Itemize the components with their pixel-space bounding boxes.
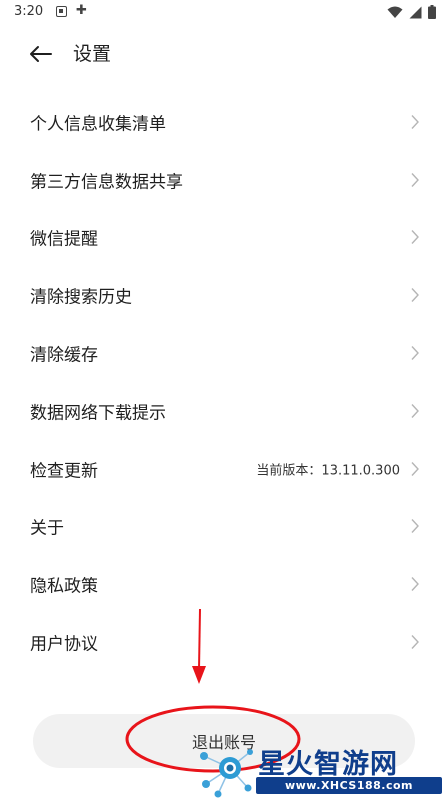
chevron-right-icon	[411, 461, 419, 476]
menu-item-label: 个人信息收集清单	[30, 114, 166, 135]
signal-icon	[409, 6, 422, 19]
menu-item-check-update[interactable]: 检查更新 当前版本：13.11.0.300	[0, 440, 448, 498]
menu-item-label: 关于	[30, 518, 64, 539]
menu-item-clear-search-history[interactable]: 清除搜索历史	[0, 266, 448, 324]
arrow-left-icon	[30, 46, 52, 62]
menu-item-label: 数据网络下载提示	[30, 403, 166, 424]
watermark-url: www.XHCS188.com	[256, 777, 442, 794]
current-version: 当前版本：13.11.0.300	[256, 463, 400, 479]
menu-item-label: 第三方信息数据共享	[30, 172, 183, 193]
chevron-right-icon	[411, 403, 419, 418]
watermark: 星火智游网 www.XHCS188.com	[196, 742, 448, 798]
wifi-icon	[387, 6, 403, 19]
a-icon	[56, 6, 67, 17]
chevron-right-icon	[411, 230, 419, 245]
chevron-right-icon	[411, 577, 419, 592]
status-time: 3:20	[14, 4, 44, 19]
menu-item-about[interactable]: 关于	[0, 498, 448, 556]
arrow-down-icon	[192, 608, 206, 684]
menu-item-privacy-policy[interactable]: 隐私政策	[0, 555, 448, 613]
chevron-right-icon	[411, 114, 419, 129]
menu-item-wechat-reminder[interactable]: 微信提醒	[0, 209, 448, 267]
chevron-right-icon	[411, 346, 419, 361]
menu-item-label: 清除搜索历史	[30, 287, 132, 308]
menu-item-user-agreement[interactable]: 用户协议	[0, 613, 448, 671]
menu-item-label: 隐私政策	[30, 576, 98, 597]
chevron-right-icon	[411, 288, 419, 303]
menu-item-personal-info-list[interactable]: 个人信息收集清单	[0, 93, 448, 151]
network-logo-icon	[200, 749, 253, 798]
menu-item-clear-cache[interactable]: 清除缓存	[0, 324, 448, 382]
settings-menu: 个人信息收集清单 第三方信息数据共享 微信提醒 清除搜索历史 清除缓存 数据网络…	[0, 93, 448, 671]
menu-item-label: 清除缓存	[30, 345, 98, 366]
page-title: 设置	[73, 43, 112, 65]
chevron-right-icon	[411, 635, 419, 650]
status-bar: 3:20 ✚	[0, 0, 448, 26]
bug-icon: ✚	[76, 3, 87, 18]
menu-item-data-download-prompt[interactable]: 数据网络下载提示	[0, 382, 448, 440]
menu-item-third-party-sharing[interactable]: 第三方信息数据共享	[0, 151, 448, 209]
chevron-right-icon	[411, 172, 419, 187]
status-right	[387, 5, 436, 19]
menu-item-label: 微信提醒	[30, 229, 98, 250]
chevron-right-icon	[411, 519, 419, 534]
menu-item-label: 用户协议	[30, 634, 98, 655]
watermark-title: 星火智游网	[258, 749, 398, 780]
back-button[interactable]	[28, 41, 54, 67]
menu-item-label: 检查更新	[30, 461, 98, 482]
header: 设置	[0, 36, 448, 72]
battery-icon	[428, 5, 436, 19]
